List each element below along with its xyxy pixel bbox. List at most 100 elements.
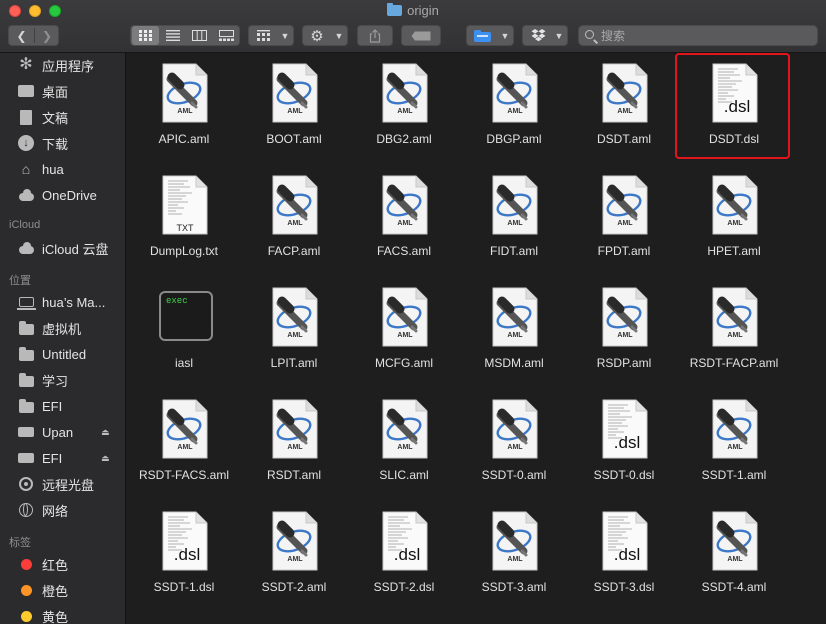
sidebar-item-applications[interactable]: ✻ 应用程序 — [0, 53, 125, 77]
file-item[interactable]: AML APIC.aml — [129, 53, 239, 163]
search-field[interactable] — [578, 25, 818, 46]
share-button[interactable] — [357, 25, 393, 46]
file-item[interactable]: .dsl SSDT-1.dsl — [129, 501, 239, 611]
icon-caption: AML — [507, 220, 523, 227]
file-item[interactable]: AML SSDT-4.aml — [679, 501, 789, 611]
folder-icon — [17, 397, 35, 415]
search-icon — [585, 30, 594, 39]
sidebar-section-header: 标签 — [9, 537, 31, 549]
file-item[interactable]: .dsl SSDT-2.dsl — [349, 501, 459, 611]
aml-file-icon: AML — [492, 63, 538, 123]
file-item[interactable]: TXT DumpLog.txt — [129, 165, 239, 275]
aml-file-icon: AML — [492, 399, 538, 459]
file-item[interactable]: AML FACS.aml — [349, 165, 459, 275]
file-item[interactable]: AML RSDP.aml — [569, 277, 679, 387]
sidebar-item-efi-disk[interactable]: EFI ⏏ — [0, 446, 125, 470]
column-view-button[interactable] — [186, 26, 213, 45]
sidebar-item-tag-yellow[interactable]: 黄色 — [0, 604, 125, 624]
file-item[interactable]: .dsl SSDT-0.dsl — [569, 389, 679, 499]
sidebar-item-upan[interactable]: Upan ⏏ — [0, 420, 125, 444]
file-item[interactable]: .dsl DSDT.dsl — [679, 53, 789, 163]
dsl-file-icon: .dsl — [602, 399, 648, 459]
applications-icon: ✻ — [19, 56, 33, 73]
finder-window: origin ❮ ❯ ▼ ⚙ ▼ ▼ ▼ 搜索 ✻ 应用程序 桌面 文稿 ↓ 下… — [0, 0, 826, 624]
file-item[interactable]: AML HPET.aml — [679, 165, 789, 275]
icon-caption: AML — [507, 444, 523, 451]
file-name: RSDT-FACP.aml — [689, 356, 779, 370]
icon-caption: AML — [507, 332, 523, 339]
group-by-button[interactable]: ▼ — [248, 25, 294, 46]
sidebar-item-icloud-drive[interactable]: iCloud 云盘 — [0, 236, 125, 260]
icon-caption: AML — [177, 444, 193, 451]
aml-file-icon: AML — [382, 175, 428, 235]
sidebar-item-home[interactable]: ⌂ hua — [0, 157, 125, 181]
icon-caption: .dsl — [393, 545, 421, 564]
sidebar-section-header: iCloud — [9, 219, 41, 231]
tag-button[interactable] — [401, 25, 441, 46]
file-grid: AML APIC.aml AML BOOT.aml AML DBG2.aml A… — [126, 53, 826, 624]
sidebar-item-label: 远程光盘 — [42, 477, 95, 493]
sidebar-item-tag-red[interactable]: 红色 — [0, 552, 125, 576]
file-item[interactable]: AML SLIC.aml — [349, 389, 459, 499]
file-item[interactable]: AML SSDT-3.aml — [459, 501, 569, 611]
action-button[interactable]: ⚙ ▼ — [302, 25, 348, 46]
icon-caption: AML — [507, 108, 523, 115]
forward-button[interactable]: ❯ — [35, 26, 59, 45]
aml-file-icon: AML — [492, 175, 538, 235]
sidebar-item-label: 黄色 — [42, 609, 69, 624]
aml-file-icon: AML — [712, 287, 758, 347]
file-item[interactable]: AML LPIT.aml — [239, 277, 349, 387]
file-item[interactable]: AML FACP.aml — [239, 165, 349, 275]
dsl-file-icon: .dsl — [712, 63, 758, 123]
icon-caption: AML — [287, 108, 303, 115]
file-item[interactable]: AML RSDT-FACP.aml — [679, 277, 789, 387]
search-input[interactable] — [601, 28, 811, 43]
folder-menu-button[interactable]: ▼ — [466, 25, 514, 46]
sidebar-item-tag-orange[interactable]: 橙色 — [0, 578, 125, 602]
file-name: HPET.aml — [707, 244, 761, 258]
sidebar-item-untitled[interactable]: Untitled — [0, 342, 125, 366]
file-item[interactable]: AML MCFG.aml — [349, 277, 459, 387]
file-item[interactable]: AML MSDM.aml — [459, 277, 569, 387]
dropbox-button[interactable]: ▼ — [522, 25, 568, 46]
file-item[interactable]: AML DBG2.aml — [349, 53, 459, 163]
file-item[interactable]: AML FPDT.aml — [569, 165, 679, 275]
sidebar-item-label: EFI — [42, 450, 63, 466]
icon-view-button[interactable] — [132, 26, 159, 45]
file-item[interactable]: AML SSDT-1.aml — [679, 389, 789, 499]
file-item[interactable]: AML SSDT-2.aml — [239, 501, 349, 611]
file-item[interactable]: AML BOOT.aml — [239, 53, 349, 163]
chevron-down-icon: ▼ — [280, 30, 290, 41]
sidebar-item-study[interactable]: 学习 — [0, 368, 125, 392]
back-button[interactable]: ❮ — [9, 26, 34, 45]
file-item[interactable]: AML FIDT.aml — [459, 165, 569, 275]
sidebar-item-network[interactable]: 网络 — [0, 498, 125, 522]
dsl-file-icon: .dsl — [602, 511, 648, 571]
list-view-button[interactable] — [159, 26, 186, 45]
sidebar-item-mac[interactable]: hua’s Ma... — [0, 290, 125, 314]
eject-icon[interactable]: ⏏ — [101, 427, 110, 438]
sidebar-item-vm[interactable]: 虚拟机 — [0, 316, 125, 340]
icon-caption: AML — [287, 332, 303, 339]
sidebar-item-onedrive[interactable]: OneDrive — [0, 183, 125, 207]
file-item[interactable]: AML SSDT-0.aml — [459, 389, 569, 499]
sidebar-item-label: 下载 — [42, 136, 69, 152]
window-title-text: origin — [407, 3, 439, 18]
aml-file-icon: AML — [492, 511, 538, 571]
file-item[interactable]: AML DBGP.aml — [459, 53, 569, 163]
eject-icon[interactable]: ⏏ — [101, 453, 110, 464]
sidebar-item-remote-disc[interactable]: 远程光盘 — [0, 472, 125, 496]
gallery-view-button[interactable] — [213, 26, 239, 45]
sidebar-item-efi[interactable]: EFI — [0, 394, 125, 418]
nav-buttons: ❮ ❯ — [8, 25, 59, 46]
file-item[interactable]: .dsl SSDT-3.dsl — [569, 501, 679, 611]
sidebar-item-documents[interactable]: 文稿 — [0, 105, 125, 129]
file-item[interactable]: exec iasl — [129, 277, 239, 387]
sidebar-item-downloads[interactable]: ↓ 下载 — [0, 131, 125, 155]
sidebar-item-desktop[interactable]: 桌面 — [0, 79, 125, 103]
sidebar-item-label: hua — [42, 161, 64, 177]
laptop-icon — [16, 293, 36, 311]
file-item[interactable]: AML RSDT.aml — [239, 389, 349, 499]
file-item[interactable]: AML RSDT-FACS.aml — [129, 389, 239, 499]
file-item[interactable]: AML DSDT.aml — [569, 53, 679, 163]
